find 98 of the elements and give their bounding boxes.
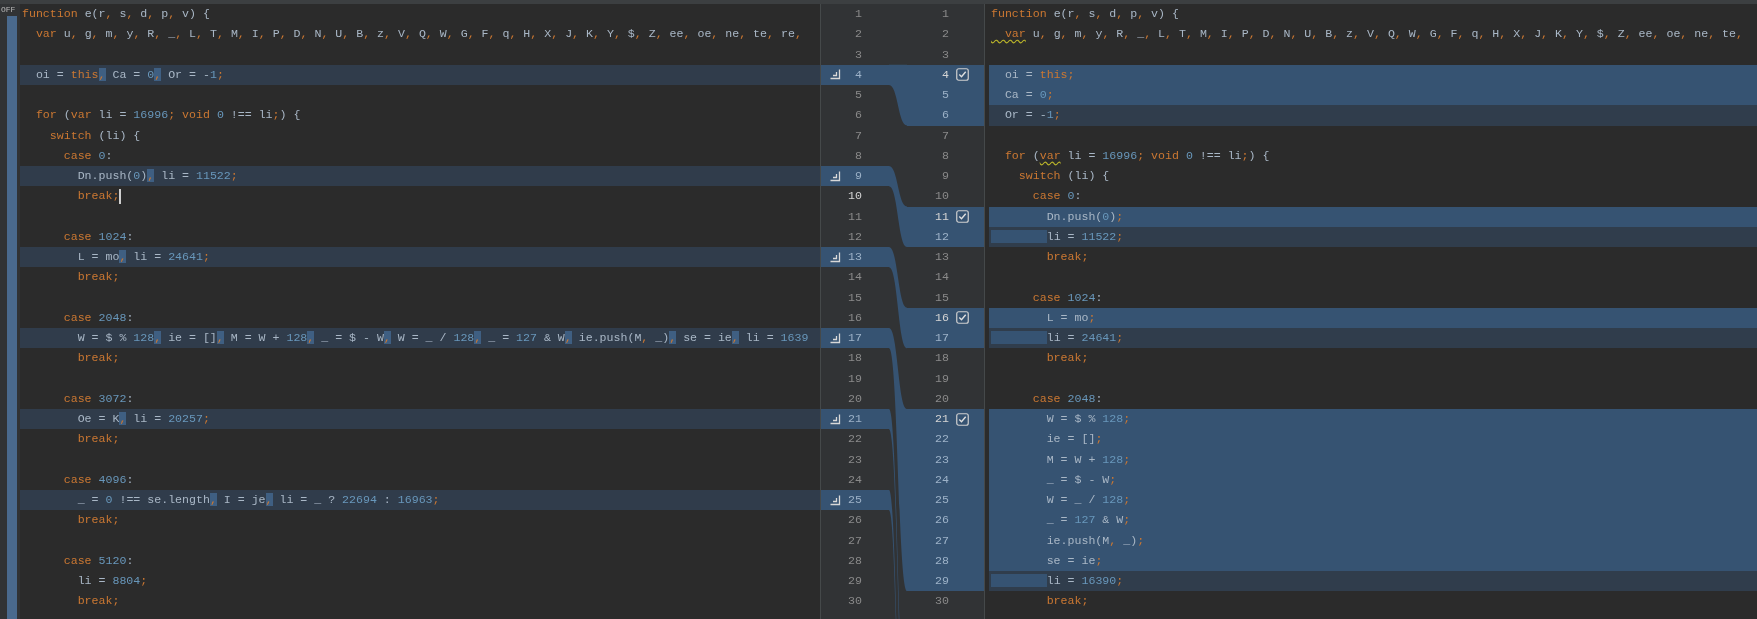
code-line: break; (76, 187, 123, 206)
code-line: var u, g, m, y, R, _, L, T, M, I, P, D, N, U, B, z, V, Q, W, G, F, q, H, X, J, K, Y, $, Z, ee, oe, ne, te, re, (34, 26, 803, 43)
line-number: 17 (847, 330, 862, 346)
line-number: 26 (934, 512, 949, 529)
code-line: case 0: (62, 147, 114, 164)
line-number: 13 (847, 249, 862, 265)
line-number: 18 (847, 350, 862, 367)
line-number: 16 (934, 309, 949, 326)
apply-change-icon[interactable] (830, 170, 841, 182)
line-number: 18 (934, 350, 949, 367)
line-number: 21 (934, 411, 949, 427)
line-number: 15 (934, 289, 949, 306)
line-number: 23 (847, 451, 862, 468)
line-number: 3 (854, 46, 862, 63)
code-line: switch (li) { (1017, 168, 1111, 184)
line-number: 24 (934, 471, 949, 488)
toggle-label: OFF (0, 4, 17, 16)
apply-change-icon[interactable] (830, 494, 841, 506)
line-number: 5 (941, 87, 949, 103)
line-number: 12 (847, 228, 862, 245)
line-number: 1 (854, 6, 862, 22)
line-number: 26 (847, 512, 862, 529)
line-number: 16 (847, 309, 862, 326)
line-number: 30 (934, 593, 949, 610)
code-line: case 0: (1031, 188, 1083, 205)
code-line: case 4096: (62, 471, 135, 488)
code-line: break; (76, 593, 121, 610)
code-line: break; (76, 269, 121, 286)
line-number: 5 (854, 87, 862, 103)
line-number: 11 (847, 208, 862, 225)
code-line: case 2048: (1031, 390, 1104, 407)
line-number: 28 (934, 552, 949, 569)
code-line: case 1024: (1031, 289, 1104, 306)
code-line: break; (1045, 249, 1090, 265)
line-number: 10 (847, 188, 862, 205)
code-line: switch (li) { (48, 127, 142, 144)
code-line: for (var li = 16996; void 0 !== li;) { (1003, 147, 1271, 164)
line-number: 8 (854, 147, 862, 164)
line-number: 8 (941, 147, 949, 164)
apply-change-icon[interactable] (830, 332, 841, 344)
line-number: 2 (941, 26, 949, 43)
line-number: 9 (854, 168, 862, 184)
line-number: 27 (847, 532, 862, 549)
code-line: break; (1045, 593, 1090, 610)
line-number: 28 (847, 552, 862, 569)
code-line: function e(r, s, d, p, v) { (21, 6, 211, 22)
code-line: function e(r, s, d, p, v) { (990, 6, 1180, 22)
apply-change-icon[interactable] (830, 69, 841, 81)
line-number: 6 (854, 107, 862, 124)
line-number: 23 (934, 451, 949, 468)
code-line: li = 8804; (76, 573, 149, 589)
line-number: 15 (847, 289, 862, 306)
line-number: 14 (934, 269, 949, 286)
line-number: 1 (941, 6, 949, 22)
line-number: 24 (847, 471, 862, 488)
line-number: 9 (941, 168, 949, 184)
code-line: break; (76, 350, 121, 367)
line-number: 4 (941, 66, 949, 83)
line-number: 7 (941, 127, 949, 144)
line-number: 25 (847, 492, 862, 508)
code-line: for (var li = 16996; void 0 !== li;) { (34, 107, 302, 124)
line-number: 4 (854, 66, 862, 83)
code-line: break; (76, 512, 121, 529)
line-number: 19 (934, 370, 949, 387)
code-line: case 2048: (62, 309, 135, 326)
line-number: 11 (934, 208, 949, 225)
code-line: case 3072: (62, 390, 135, 407)
line-number: 20 (847, 390, 862, 407)
line-number: 12 (934, 228, 949, 245)
line-number: 29 (847, 573, 862, 589)
line-number: 10 (934, 188, 949, 205)
line-number: 30 (847, 593, 862, 610)
code-line: case 1024: (62, 228, 135, 245)
line-number: 17 (934, 330, 949, 346)
code-line: break; (76, 431, 121, 448)
line-number: 22 (847, 431, 862, 448)
line-number: 3 (941, 46, 949, 63)
apply-change-icon[interactable] (830, 413, 841, 425)
checkbox[interactable] (956, 412, 969, 426)
line-number: 29 (934, 573, 949, 589)
line-number: 22 (934, 431, 949, 448)
line-number: 19 (847, 370, 862, 387)
line-number: 2 (854, 26, 862, 43)
line-number: 20 (934, 390, 949, 407)
line-number: 27 (934, 532, 949, 549)
checkbox[interactable] (956, 68, 969, 82)
checkbox[interactable] (956, 210, 969, 224)
line-number: 25 (934, 492, 949, 508)
line-number: 14 (847, 269, 862, 286)
code-line: var u, g, m, y, R, _, L, T, M, I, P, D, N, U, B, z, V, Q, W, G, F, q, H, X, J, K, Y, $, Z, ee, oe, ne, te, (1003, 26, 1744, 43)
code-line: break; (1045, 350, 1090, 367)
code-line: case 5120: (62, 552, 135, 569)
checkbox[interactable] (956, 311, 969, 325)
line-number: 21 (847, 411, 862, 427)
apply-change-icon[interactable] (830, 251, 841, 263)
line-number: 6 (941, 107, 949, 124)
line-number: 13 (934, 249, 949, 265)
line-number: 7 (854, 127, 862, 144)
